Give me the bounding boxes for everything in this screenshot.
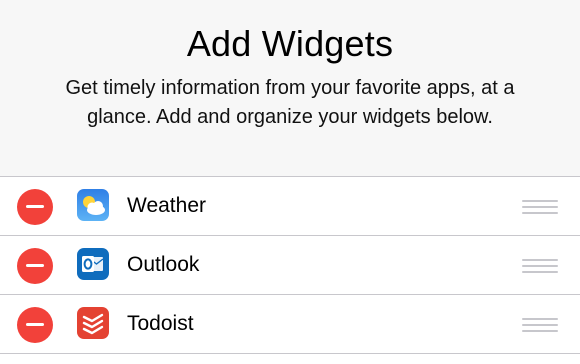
add-widgets-screen: Add Widgets Get timely information from … <box>0 0 580 364</box>
minus-icon <box>26 205 44 208</box>
remove-widget-button[interactable] <box>17 189 53 225</box>
page-title: Add Widgets <box>186 23 394 64</box>
remove-widget-button[interactable] <box>17 248 53 284</box>
widget-name: Weather <box>127 194 206 217</box>
widget-row-todoist: Todoist <box>0 295 580 354</box>
widget-row-weather: Weather <box>0 177 580 236</box>
minus-icon <box>26 264 44 267</box>
todoist-app-icon <box>77 307 109 339</box>
header: Add Widgets Get timely information from … <box>0 0 580 177</box>
widget-name: Outlook <box>127 253 200 276</box>
reorder-handle-icon[interactable] <box>522 200 558 214</box>
widget-list: Weather Outlook Todoist <box>0 176 580 354</box>
widget-row-outlook: Outlook <box>0 236 580 295</box>
widget-name: Todoist <box>127 312 194 335</box>
reorder-handle-icon[interactable] <box>522 318 558 332</box>
remove-widget-button[interactable] <box>17 307 53 343</box>
reorder-handle-icon[interactable] <box>522 259 558 273</box>
weather-app-icon <box>77 189 109 221</box>
page-description: Get timely information from your favorit… <box>65 77 515 128</box>
minus-icon <box>26 323 44 326</box>
outlook-app-icon <box>77 248 109 280</box>
